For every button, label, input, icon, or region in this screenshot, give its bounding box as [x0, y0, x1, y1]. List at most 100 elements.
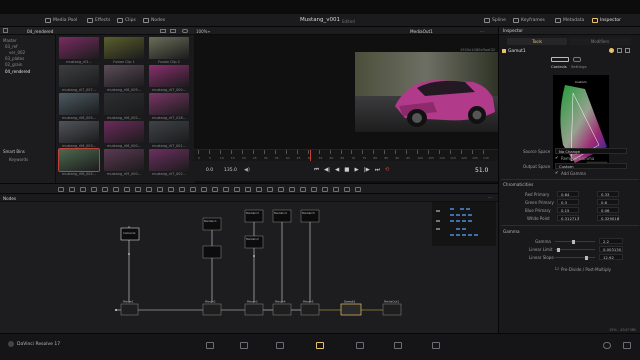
fusion-tool-icon[interactable] — [113, 187, 119, 192]
tab-modifiers[interactable]: Modifiers — [569, 38, 631, 45]
spline-button[interactable]: Spline — [484, 14, 506, 27]
fusion-tool-icon[interactable] — [355, 187, 361, 192]
fusion-tool-icon[interactable] — [124, 187, 130, 192]
linear-slope-slider[interactable] — [555, 257, 595, 258]
home-icon[interactable] — [603, 342, 611, 349]
tab-tools[interactable]: Tools — [507, 38, 567, 45]
clip-thumbnail[interactable]: mustang_r07_007... — [59, 65, 99, 92]
node-mediain2[interactable]: MediaIn2 — [244, 235, 264, 249]
render-start-time[interactable]: 0.0 — [206, 168, 213, 173]
blue-x-field[interactable]: 0.15 — [557, 207, 579, 213]
fusion-tool-icon[interactable] — [234, 187, 240, 192]
page-edit-icon[interactable] — [276, 342, 284, 349]
tree-item-ref[interactable]: 03_ref — [5, 44, 18, 49]
controls-tab-icon[interactable] — [551, 57, 569, 62]
tree-item-ver[interactable]: ver_002 — [9, 50, 25, 55]
fusion-tool-icon[interactable] — [333, 187, 339, 192]
node-gamut1[interactable]: Gamut1 — [340, 300, 362, 316]
page-deliver-icon[interactable] — [432, 342, 440, 349]
timeline-ruler[interactable]: 0510152025303540455055606570758085909510… — [194, 149, 498, 162]
stop-icon[interactable]: ■ — [344, 167, 349, 173]
node-enable-checkbox[interactable] — [502, 49, 506, 53]
clip-thumbnail[interactable]: Fusion Clip 1 — [104, 37, 144, 64]
fusion-tool-icon[interactable] — [135, 187, 141, 192]
clip-thumbnail[interactable]: mustang_r05_000... — [104, 149, 144, 176]
metadata-button[interactable]: Metadata — [555, 14, 584, 27]
fusion-tool-icon[interactable] — [146, 187, 152, 192]
linear-limit-slider[interactable] — [555, 249, 595, 250]
fusion-tool-icon[interactable] — [168, 187, 174, 192]
clip-thumbnail[interactable]: mustang_r06_004... — [58, 148, 100, 176]
green-x-field[interactable]: 0.3 — [557, 199, 579, 205]
tab-controls[interactable]: Controls — [551, 64, 567, 69]
clip-thumbnail[interactable]: mustang_r06_000... — [104, 121, 144, 148]
keyframes-button[interactable]: Keyframes — [513, 14, 545, 27]
page-cut-icon[interactable] — [240, 342, 248, 349]
page-color-icon[interactable] — [356, 342, 364, 349]
output-space-select[interactable]: Custom — [555, 163, 627, 169]
clip-thumbnail[interactable]: mustang_r06_002... — [104, 93, 144, 120]
tree-item-plates[interactable]: 03_plates — [5, 56, 24, 61]
green-y-field[interactable]: 0.6 — [597, 199, 619, 205]
source-space-select[interactable]: No Change — [555, 148, 627, 154]
node-navigator[interactable] — [432, 202, 496, 246]
remove-gamma-checkbox[interactable]: ✔ — [555, 156, 559, 160]
play-icon[interactable]: ▶ — [354, 167, 358, 173]
fusion-tool-icon[interactable] — [212, 187, 218, 192]
tree-item-master[interactable]: Master — [3, 38, 17, 43]
zoom-level[interactable]: 100% — [196, 29, 207, 34]
node-color-icon[interactable] — [609, 48, 614, 53]
loop-icon[interactable]: ⟲ — [385, 167, 390, 173]
gamma-section[interactable]: Gamma — [503, 229, 520, 234]
fusion-tool-icon[interactable] — [80, 187, 86, 192]
play-reverse-icon[interactable]: ◀ — [335, 167, 339, 173]
fusion-tool-icon[interactable] — [322, 187, 328, 192]
fusion-tool-icon[interactable] — [69, 187, 75, 192]
gamma-slider-handle[interactable] — [572, 239, 575, 244]
tree-item-keywords[interactable]: Keywords — [9, 157, 28, 162]
red-y-field[interactable]: 0.33 — [597, 191, 619, 197]
clip-thumbnail[interactable]: mustang_r07_018... — [149, 93, 189, 120]
settings-tab-icon[interactable] — [573, 57, 581, 62]
clip-thumbnail[interactable]: mustang_r08_009... — [104, 65, 144, 92]
clip-thumbnail[interactable]: mustang_r07_002... — [149, 149, 189, 176]
search-icon[interactable] — [182, 28, 188, 33]
gamma-slider[interactable] — [555, 241, 595, 242]
tree-item-rendered[interactable]: 04_rendered — [5, 69, 30, 74]
fusion-tool-icon[interactable] — [91, 187, 97, 192]
node-merge1[interactable]: Merge1 — [120, 300, 139, 316]
fusion-tool-icon[interactable] — [58, 187, 64, 192]
node-mediain1[interactable]: MediaIn1 — [202, 217, 222, 231]
node-merge4[interactable]: Merge4 — [272, 300, 292, 316]
clip-thumbnail[interactable]: mustang_r07_000... — [149, 65, 189, 92]
node-editor[interactable]: Nodes ··· Camera1 MediaIn1 MediaIn3 Medi… — [0, 194, 498, 333]
fusion-tool-icon[interactable] — [223, 187, 229, 192]
add-gamma-checkbox[interactable]: ✔ — [555, 171, 559, 175]
node-camera1[interactable]: Camera1 — [120, 227, 140, 241]
pin-icon[interactable] — [617, 48, 622, 53]
chromaticities-section[interactable]: Chromaticities — [503, 182, 533, 187]
step-forward-icon[interactable]: |▶ — [364, 167, 370, 173]
fusion-tool-icon[interactable] — [289, 187, 295, 192]
step-back-icon[interactable]: ◀| — [324, 167, 330, 173]
viewer-image[interactable] — [355, 52, 498, 132]
current-frame[interactable]: 51.0 — [475, 167, 488, 174]
fusion-tool-icon[interactable] — [256, 187, 262, 192]
linear-limit-handle[interactable] — [557, 247, 560, 252]
render-end-time[interactable]: 135.0 — [224, 168, 237, 173]
clip-thumbnail[interactable]: mustang_r06_003... — [59, 121, 99, 148]
red-x-field[interactable]: 0.64 — [557, 191, 579, 197]
node-mediain4[interactable]: MediaIn4 — [272, 209, 292, 223]
node-mediain3[interactable]: MediaIn3 — [244, 209, 264, 223]
chevron-down-icon[interactable]: ▾ — [208, 29, 210, 34]
effects-button[interactable]: Effects — [87, 14, 110, 27]
view-toggle-icon[interactable] — [160, 28, 166, 33]
white-x-field[interactable]: 0.312713 — [557, 215, 579, 221]
more-options-icon[interactable]: ··· — [480, 29, 484, 34]
more-options-icon[interactable]: ··· — [488, 195, 492, 200]
sidebar-toggle-icon[interactable] — [3, 28, 8, 33]
page-fairlight-icon[interactable] — [394, 342, 402, 349]
node-graph[interactable]: Camera1 MediaIn1 MediaIn3 MediaIn4 Media… — [0, 202, 498, 333]
fusion-tool-icon[interactable] — [245, 187, 251, 192]
fusion-tool-icon[interactable] — [201, 187, 207, 192]
